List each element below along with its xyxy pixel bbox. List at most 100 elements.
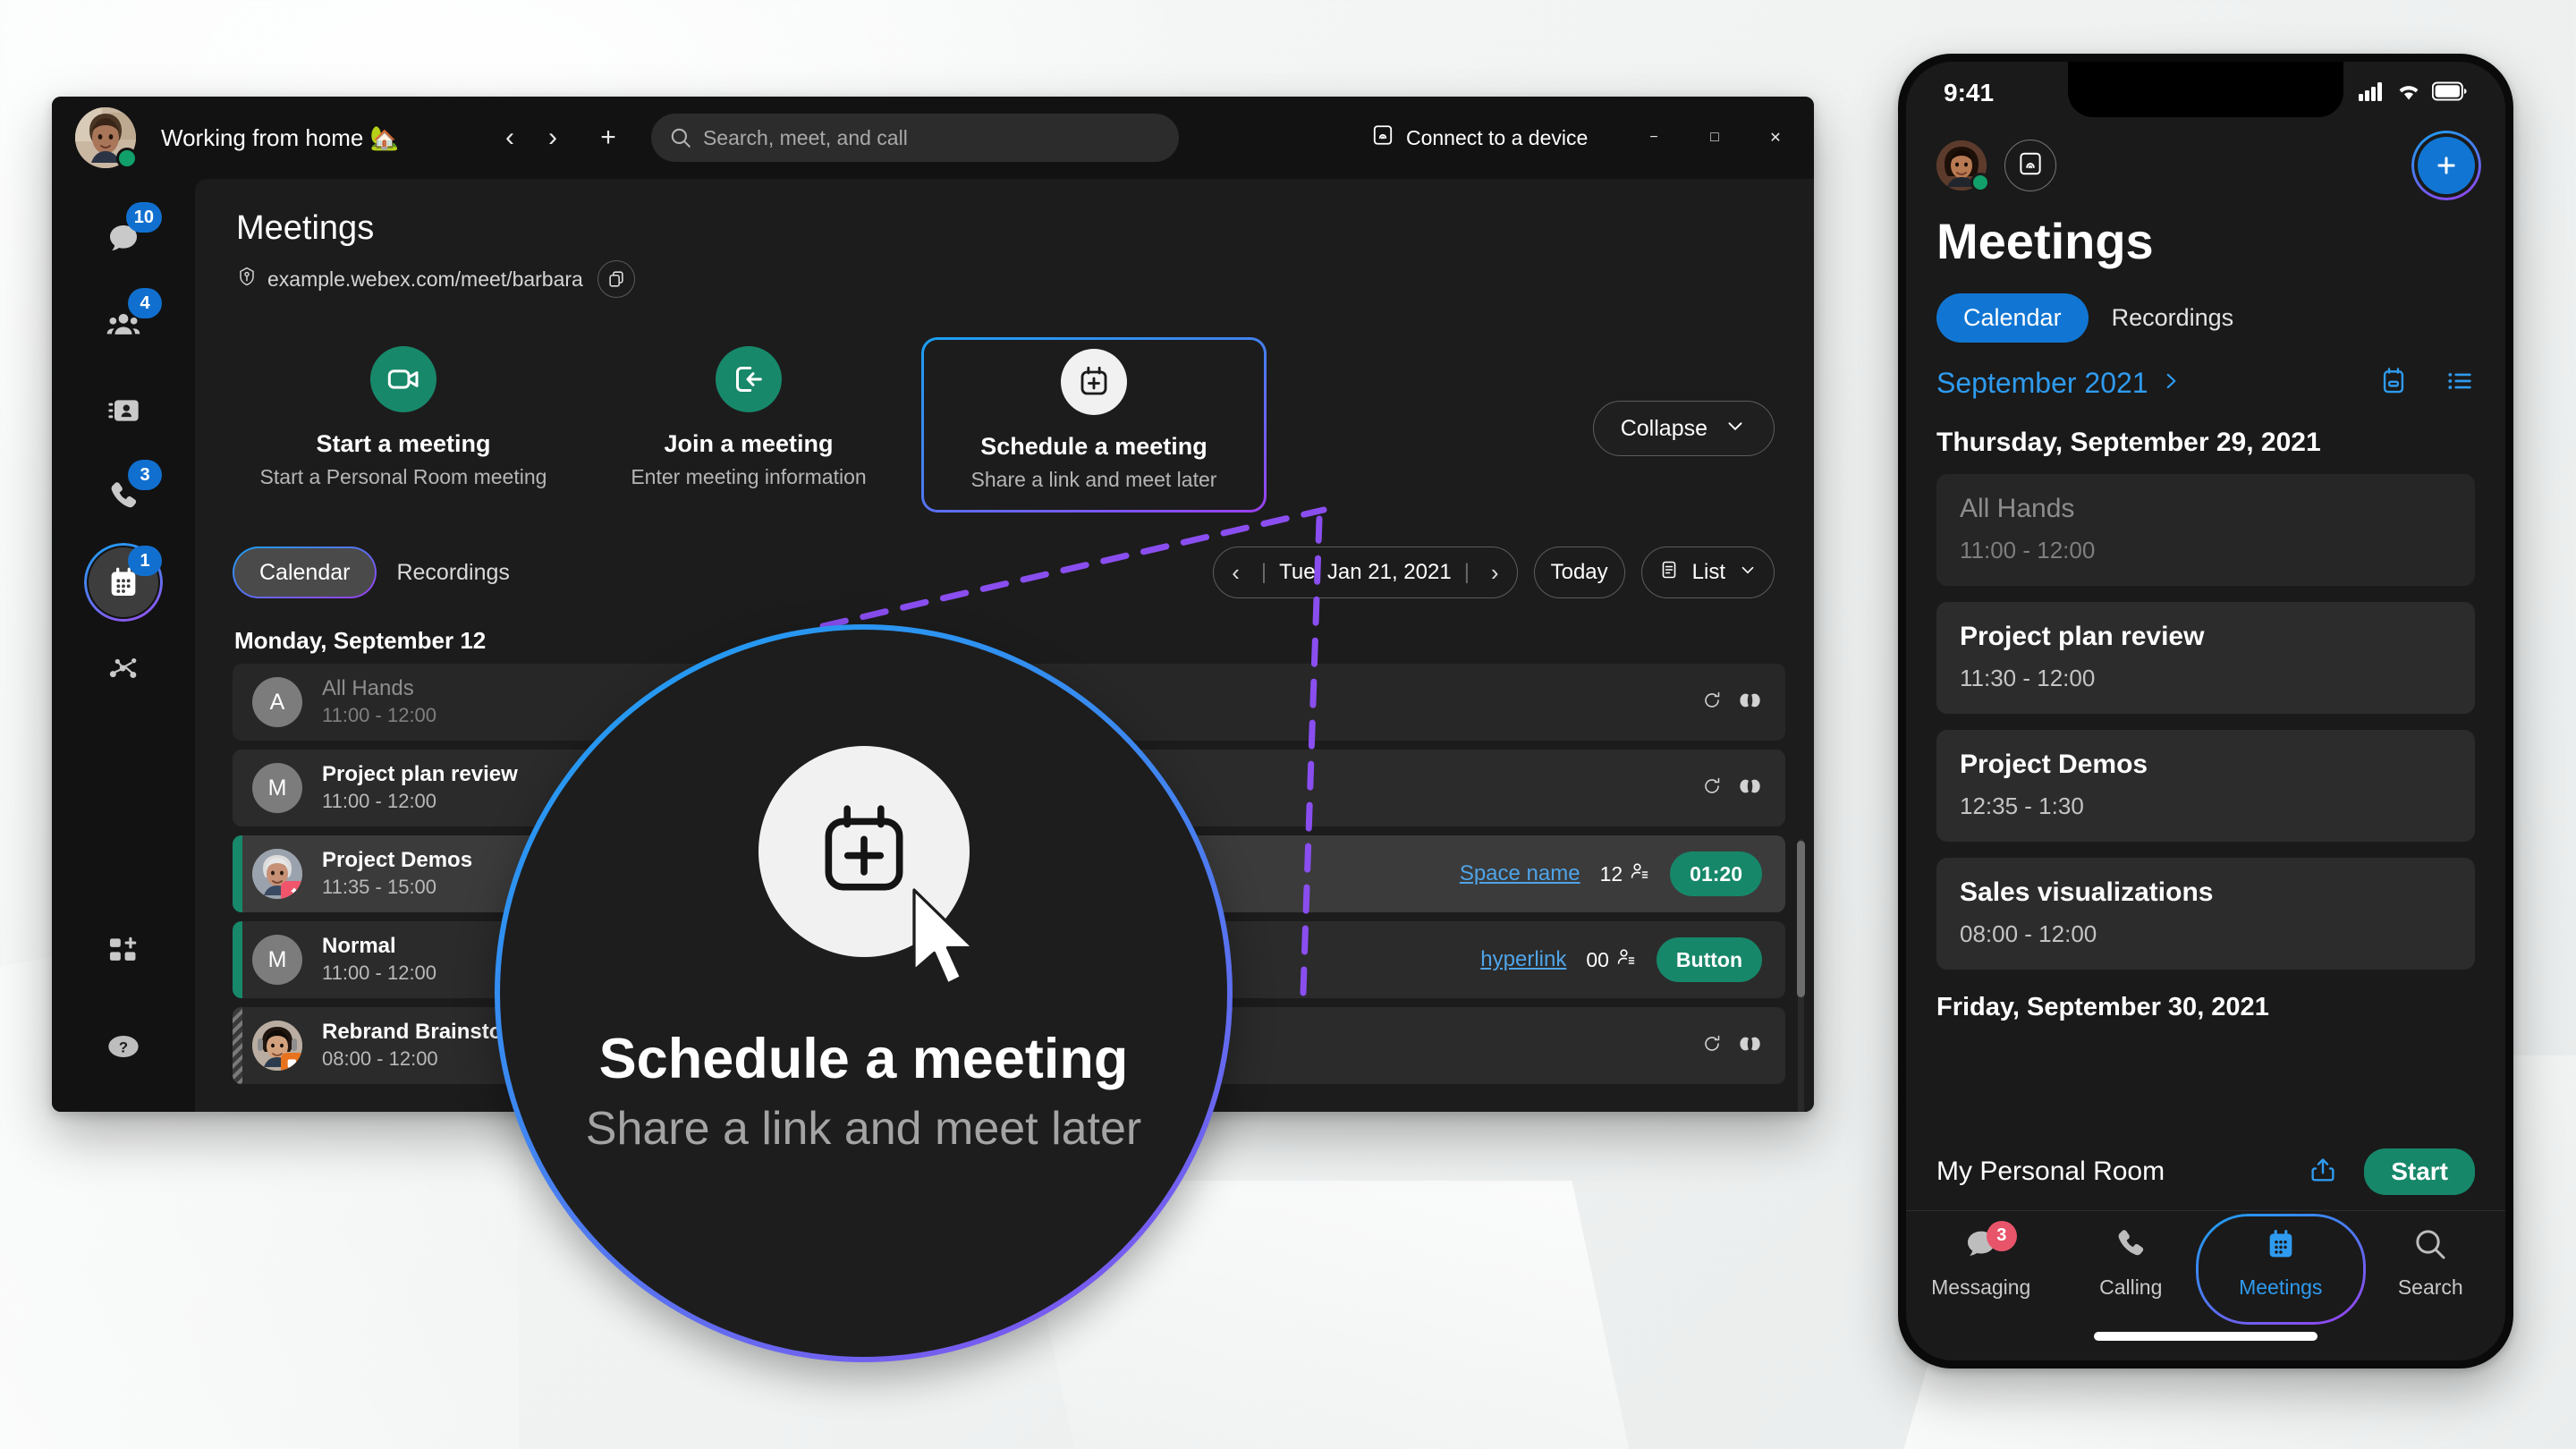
participant-count: 12: [1600, 860, 1651, 887]
collapse-button[interactable]: Collapse: [1592, 401, 1775, 456]
close-button[interactable]: ✕: [1760, 123, 1791, 153]
card-title: Join a meeting: [664, 430, 834, 457]
scrollbar-thumb[interactable]: [1797, 841, 1805, 997]
avatar[interactable]: [75, 107, 138, 169]
list-icon[interactable]: [2445, 366, 2475, 401]
sidebar-item-teams[interactable]: 4: [89, 288, 162, 360]
personal-room-row: example.webex.com/meet/barbara: [236, 260, 1814, 298]
search-bar[interactable]: [650, 114, 1179, 162]
schedule-meeting-card[interactable]: Schedule a meeting Share a link and meet…: [921, 337, 1267, 513]
row-text: Project plan review 11:00 - 12:00: [322, 762, 518, 814]
start-button[interactable]: Start: [2364, 1148, 2475, 1195]
navigation-rail: 10 4 3 1 ?: [52, 179, 195, 1112]
minimize-button[interactable]: −: [1639, 123, 1669, 153]
meeting-time: 11:35 - 15:00: [322, 876, 437, 899]
list-item[interactable]: Sales visualizations 08:00 - 12:00: [1936, 858, 2475, 970]
personal-room-actions: Start: [2309, 1148, 2475, 1195]
current-date[interactable]: Tue, Jan 21, 2021: [1279, 560, 1452, 585]
avatar: [252, 1021, 302, 1071]
chevron-right-icon: [2159, 367, 2182, 400]
row-text: Project Demos 11:35 - 15:00: [322, 848, 472, 900]
list-item[interactable]: Project Demos 12:35 - 1:30: [1936, 730, 2475, 842]
maximize-button[interactable]: □: [1699, 123, 1730, 153]
tabs-row: Calendar Recordings ‹ | Tue, Jan 21, 202…: [195, 547, 1814, 598]
scrollbar[interactable]: [1794, 821, 1807, 1112]
connect-device-icon: [2017, 150, 2044, 182]
list-view-icon: [1658, 559, 1680, 587]
meeting-time: 11:30 - 12:00: [1960, 665, 2096, 691]
sidebar-item-whiteboard[interactable]: [89, 633, 158, 703]
today-label: Today: [1550, 560, 1608, 584]
divider: |: [1463, 560, 1470, 584]
next-day-button[interactable]: ›: [1482, 559, 1508, 587]
view-selector[interactable]: List: [1640, 547, 1775, 598]
new-item-button[interactable]: +: [587, 116, 630, 159]
mobile-tabbar: 3 Messaging Calling Meetings Search: [1906, 1210, 2505, 1314]
mobile-topbar: [1906, 124, 2505, 194]
connect-device-button[interactable]: [2004, 140, 2056, 191]
tab-search[interactable]: Search: [2356, 1226, 2506, 1300]
personal-room-url-text: example.webex.com/meet/barbara: [267, 267, 583, 291]
sidebar-item-contacts[interactable]: [89, 376, 158, 445]
status-text[interactable]: Working from home 🏡: [161, 124, 399, 152]
meeting-timer-pill[interactable]: 01:20: [1670, 852, 1762, 896]
list-item[interactable]: Project plan review 11:30 - 12:00: [1936, 602, 2475, 714]
sidebar-badge-calling: 3: [128, 460, 162, 490]
prev-day-button[interactable]: ‹: [1223, 559, 1249, 587]
start-meeting-card[interactable]: Start a meeting Start a Personal Room me…: [231, 337, 576, 513]
row-actions: hyperlink 00 Button: [1480, 937, 1785, 982]
status-indicators: [2359, 81, 2468, 106]
connect-to-device-button[interactable]: Connect to a device: [1371, 123, 1588, 152]
contact-card-icon: [106, 393, 141, 428]
today-button[interactable]: Today: [1533, 547, 1625, 598]
month-label: September 2021: [1936, 367, 2148, 399]
sidebar-item-apps[interactable]: [89, 915, 158, 985]
sidebar-item-help[interactable]: ?: [89, 1012, 158, 1081]
recurring-icon: [1701, 775, 1723, 801]
tab-meetings[interactable]: Meetings: [2206, 1226, 2356, 1300]
sidebar-item-messaging[interactable]: 10: [89, 202, 162, 274]
join-meeting-card[interactable]: Join a meeting Enter meeting information: [576, 337, 921, 513]
phone-icon: [2113, 1226, 2148, 1267]
search-input[interactable]: [702, 125, 1161, 150]
collapse-label: Collapse: [1620, 415, 1707, 441]
back-button[interactable]: ‹: [488, 116, 531, 159]
tab-label: Meetings: [2239, 1275, 2323, 1299]
avatar: M: [252, 763, 302, 813]
meeting-title: Sales visualizations: [1960, 877, 2214, 907]
card-subtitle: Share a link and meet later: [970, 468, 1217, 491]
list-item[interactable]: All Hands 11:00 - 12:00: [1936, 474, 2475, 586]
avatar[interactable]: [1936, 140, 1990, 192]
tab-recordings[interactable]: Recordings: [396, 560, 509, 586]
month-selector[interactable]: September 2021: [1936, 367, 2182, 400]
calendar-icon: [2263, 1226, 2299, 1267]
row-button[interactable]: Button: [1656, 937, 1762, 982]
forward-button[interactable]: ›: [531, 116, 574, 159]
tab-recordings[interactable]: Recordings: [2112, 304, 2234, 332]
status-time: 9:41: [1944, 79, 1995, 106]
mobile-device: 9:41 Meetings Calendar Recordings Septem…: [1898, 54, 2513, 1368]
tab-calendar[interactable]: Calendar: [233, 547, 377, 598]
search-icon: [2412, 1226, 2448, 1267]
add-meeting-button[interactable]: [2418, 137, 2475, 194]
tab-messaging[interactable]: 3 Messaging: [1906, 1220, 2056, 1300]
sidebar-item-meetings[interactable]: 1: [89, 546, 162, 617]
mobile-status-bar: 9:41: [1906, 62, 2505, 124]
upload-status-icon: [281, 881, 302, 899]
share-icon[interactable]: [2309, 1156, 2337, 1189]
list-controls: ‹ | Tue, Jan 21, 2021 | › Today List: [1213, 547, 1775, 598]
chevron-down-icon: [1738, 560, 1758, 586]
chevron-down-icon: [1724, 414, 1747, 444]
space-link[interactable]: Space name: [1460, 861, 1580, 886]
sidebar-item-calling[interactable]: 3: [89, 460, 162, 531]
participant-count: 00: [1586, 946, 1637, 973]
flow-nodes-icon: [106, 650, 141, 686]
tab-calendar[interactable]: Calendar: [1936, 293, 2089, 343]
calendar-icon[interactable]: [2378, 366, 2409, 401]
copy-link-button[interactable]: [597, 260, 635, 298]
tab-calling[interactable]: Calling: [2056, 1226, 2207, 1300]
card-title: Start a meeting: [316, 430, 491, 457]
personal-room-label: My Personal Room: [1936, 1157, 2165, 1186]
meeting-title: Project plan review: [1960, 622, 2205, 651]
hyperlink[interactable]: hyperlink: [1480, 947, 1566, 972]
